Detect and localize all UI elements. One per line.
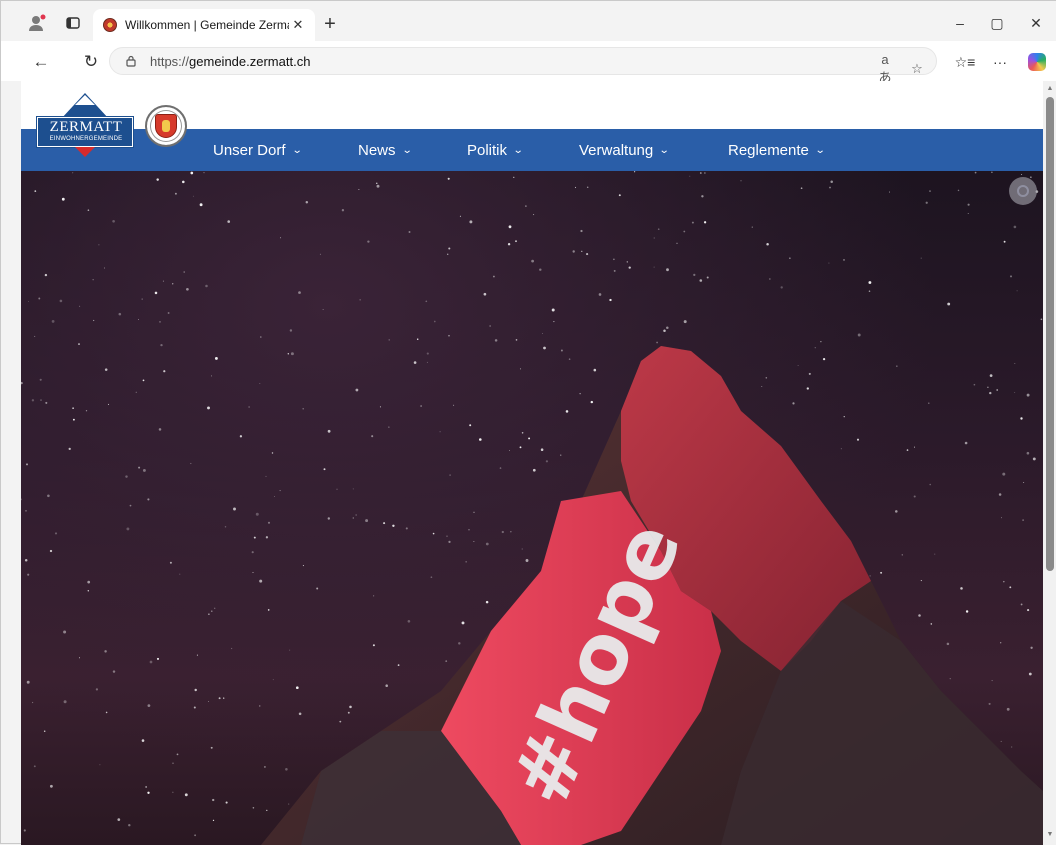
chevron-down-icon: ⌄ — [814, 144, 826, 156]
visual-search-ring-icon — [1017, 185, 1029, 197]
scroll-thumb[interactable] — [1046, 97, 1054, 571]
close-window-button[interactable]: ✕ — [1021, 11, 1051, 35]
browser-toolbar: ← ↻ https://gemeinde.zermatt.ch aあ ☆ ☆≡ … — [1, 41, 1056, 85]
tab-strip: Willkommen | Gemeinde Zermatt ✕ + – ▢ ✕ — [1, 1, 1056, 41]
url-scheme: https:// — [150, 53, 190, 69]
nav-label: Politik — [467, 141, 508, 159]
new-tab-button[interactable]: + — [319, 13, 341, 35]
nav-label: News — [358, 141, 396, 159]
page-scrollbar[interactable]: ▲ ▼ — [1043, 81, 1056, 845]
page-viewport: Unser Dorf ⌄ News ⌄ Politik ⌄ Verwaltung… — [21, 81, 1043, 845]
nav-item-news[interactable]: News ⌄ — [358, 129, 413, 171]
nav-label: Unser Dorf — [213, 141, 286, 159]
nav-item-verwaltung[interactable]: Verwaltung ⌄ — [579, 129, 670, 171]
zermatt-logo[interactable]: ZERMATT EINWOHNERGEMEINDE — [35, 93, 135, 157]
municipal-crest-icon — [145, 105, 187, 147]
nav-item-politik[interactable]: Politik ⌄ — [467, 129, 524, 171]
crest-shield-icon — [155, 114, 177, 138]
chevron-down-icon: ⌄ — [512, 144, 524, 156]
logo-snow-icon — [75, 95, 95, 105]
site-info-icon[interactable] — [124, 54, 138, 68]
site-favicon-icon — [103, 18, 117, 32]
favorite-star-icon[interactable]: ☆ — [908, 61, 926, 77]
copilot-glyph-icon — [1028, 53, 1046, 71]
minimize-button[interactable]: – — [945, 11, 975, 35]
copilot-icon[interactable] — [1025, 50, 1049, 74]
scroll-down-icon[interactable]: ▼ — [1043, 831, 1056, 841]
nav-label: Reglemente — [728, 141, 809, 159]
url-host: gemeinde.zermatt.ch — [189, 53, 311, 69]
browser-window: Willkommen | Gemeinde Zermatt ✕ + – ▢ ✕ … — [0, 0, 1056, 845]
logo-subtitle: EINWOHNERGEMEINDE — [49, 136, 123, 142]
nav-item-unser-dorf[interactable]: Unser Dorf ⌄ — [213, 129, 303, 171]
tab-title: Willkommen | Gemeinde Zermatt — [125, 18, 289, 32]
swiss-shield-icon — [75, 147, 95, 157]
address-bar[interactable]: https://gemeinde.zermatt.ch aあ ☆ — [109, 47, 937, 85]
tab-close-icon[interactable]: ✕ — [289, 16, 307, 34]
visual-search-icon[interactable] — [1009, 177, 1037, 205]
maximize-button[interactable]: ▢ — [982, 11, 1012, 35]
chevron-down-icon: ⌄ — [291, 144, 303, 156]
tab-actions-icon[interactable] — [63, 13, 83, 33]
more-menu-icon[interactable]: ··· — [988, 50, 1012, 74]
active-tab[interactable]: Willkommen | Gemeinde Zermatt ✕ — [93, 9, 315, 41]
chevron-down-icon: ⌄ — [401, 144, 413, 156]
url-text: https://gemeinde.zermatt.ch — [150, 54, 310, 69]
logo-box: ZERMATT EINWOHNERGEMEINDE — [37, 117, 133, 147]
favorites-icon[interactable]: ☆≡ — [953, 50, 977, 74]
matterhorn-image: #hope — [261, 346, 1043, 845]
logo-title: ZERMATT — [49, 119, 123, 135]
nav-item-reglemente[interactable]: Reglemente ⌄ — [728, 129, 826, 171]
hero-image: #hope — [21, 171, 1043, 845]
reload-button[interactable]: ↻ — [79, 50, 103, 74]
chevron-down-icon: ⌄ — [658, 144, 670, 156]
back-button[interactable]: ← — [29, 50, 53, 74]
profile-icon[interactable] — [27, 13, 47, 33]
nav-label: Verwaltung — [579, 141, 654, 159]
scroll-up-icon[interactable]: ▲ — [1043, 85, 1056, 95]
